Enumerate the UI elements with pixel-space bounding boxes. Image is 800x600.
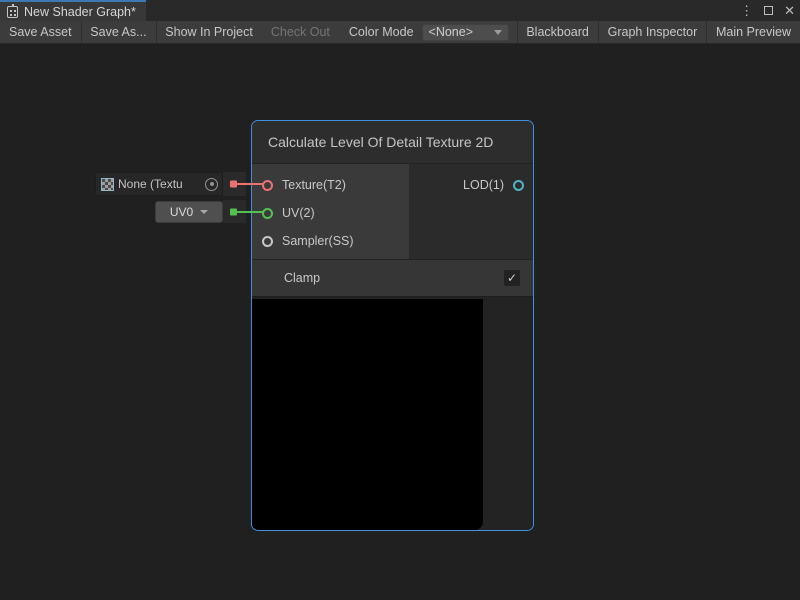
color-mode-label: Color Mode [339, 21, 422, 43]
close-icon[interactable]: ✕ [784, 4, 795, 17]
main-preview-button[interactable]: Main Preview [707, 21, 800, 43]
tab-title: New Shader Graph* [24, 5, 136, 19]
blackboard-button[interactable]: Blackboard [517, 21, 598, 43]
node-calculate-lod-texture2d[interactable]: Calculate Level Of Detail Texture 2D Tex… [251, 120, 534, 531]
node-inputs: Texture(T2) UV(2) Sampler(SS) [252, 164, 409, 259]
port-label: Sampler(SS) [282, 234, 354, 248]
texture-thumbnail-icon [101, 178, 114, 191]
shader-graph-asset-icon [7, 6, 18, 18]
port-row-sampler: Sampler(SS) [252, 227, 409, 255]
input-port-uv[interactable] [262, 208, 273, 219]
dropdown-arrow-icon [494, 30, 502, 35]
clamp-option-row: Clamp ✓ [252, 260, 533, 297]
input-port-texture[interactable] [262, 180, 273, 191]
check-out-button: Check Out [262, 21, 339, 43]
port-row-texture: Texture(T2) [252, 171, 409, 199]
tab-bar: New Shader Graph* ⋮ ✕ [0, 0, 800, 21]
clamp-checkbox[interactable]: ✓ [504, 270, 520, 286]
checkmark-icon: ✓ [507, 272, 517, 284]
input-port-sampler[interactable] [262, 236, 273, 247]
port-label: Texture(T2) [282, 178, 346, 192]
show-in-project-button[interactable]: Show In Project [156, 21, 262, 43]
window-controls: ⋮ ✕ [740, 0, 795, 21]
save-asset-button[interactable]: Save Asset [0, 21, 81, 43]
port-row-uv: UV(2) [252, 199, 409, 227]
color-mode-dropdown[interactable]: <None> [422, 24, 509, 41]
object-picker-icon[interactable] [205, 178, 218, 191]
edge-uv-wire[interactable] [236, 211, 264, 213]
output-port-lod[interactable] [513, 180, 524, 191]
graph-inspector-button[interactable]: Graph Inspector [599, 21, 707, 43]
maximize-icon[interactable] [764, 6, 773, 15]
toolbar: Save Asset Save As... Show In Project Ch… [0, 21, 800, 44]
node-outputs: LOD(1) [409, 164, 533, 259]
color-mode-value: <None> [429, 25, 473, 39]
edge-texture-wire[interactable] [236, 183, 264, 185]
tab-new-shader-graph[interactable]: New Shader Graph* [0, 0, 146, 21]
dropdown-arrow-icon [200, 210, 208, 214]
window-menu-icon[interactable]: ⋮ [740, 4, 753, 17]
node-title[interactable]: Calculate Level Of Detail Texture 2D [252, 121, 533, 164]
port-label: LOD(1) [463, 178, 504, 192]
port-label: UV(2) [282, 206, 315, 220]
texture-object-field[interactable]: None (Textu [95, 172, 223, 196]
graph-canvas[interactable]: Calculate Level Of Detail Texture 2D Tex… [0, 44, 800, 600]
save-as-button[interactable]: Save As... [81, 21, 155, 43]
uv-channel-dropdown[interactable]: UV0 [155, 201, 223, 223]
port-row-lod: LOD(1) [409, 171, 533, 199]
node-preview-area [252, 297, 533, 530]
clamp-label: Clamp [284, 271, 320, 285]
texture-field-value: None (Textu [118, 177, 201, 191]
node-preview-image[interactable] [252, 299, 483, 530]
uv-dropdown-value: UV0 [170, 205, 193, 219]
node-ports: Texture(T2) UV(2) Sampler(SS) LOD(1) [252, 164, 533, 260]
